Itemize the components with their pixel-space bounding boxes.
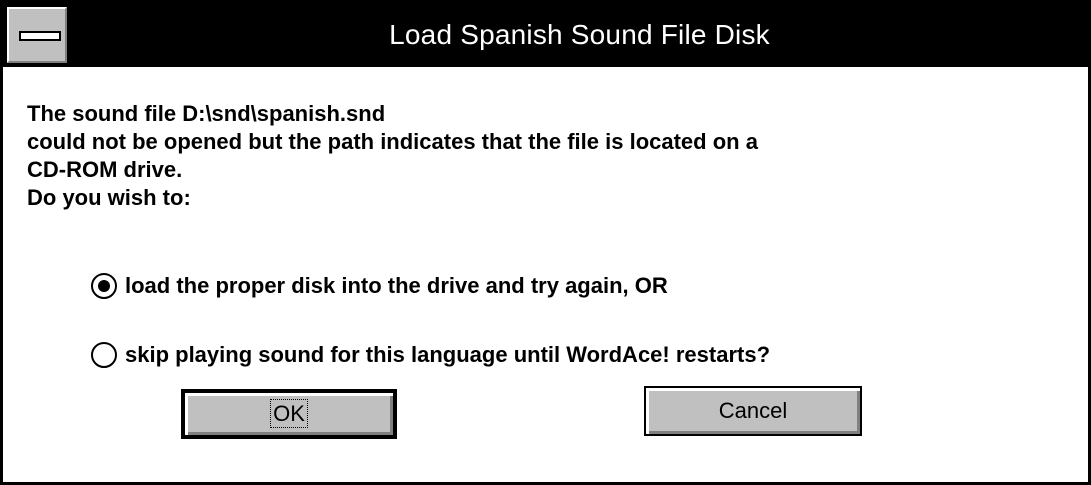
option-label: skip playing sound for this language unt… [125, 342, 771, 367]
cancel-button[interactable]: Cancel [644, 386, 862, 436]
system-menu-dash [19, 31, 61, 41]
dialog-window: Load Spanish Sound File Disk The sound f… [0, 0, 1091, 485]
option-load-disk[interactable]: load the proper disk into the drive and … [91, 271, 668, 301]
message-line: The sound file D:\snd\spanish.snd [27, 101, 386, 126]
message-line: Do you wish to: [27, 185, 191, 210]
ok-button[interactable]: OK [181, 389, 397, 439]
option-label: load the proper disk into the drive and … [125, 273, 668, 298]
system-menu-icon[interactable] [7, 7, 67, 63]
window-title: Load Spanish Sound File Disk [389, 19, 770, 50]
radio-button-unselected[interactable] [91, 342, 117, 368]
message-line: could not be opened but the path indicat… [27, 129, 758, 154]
cancel-button-label: Cancel [718, 398, 788, 423]
message-line: CD-ROM drive. [27, 157, 183, 182]
message-text: The sound file D:\snd\spanish.snd could … [27, 100, 758, 212]
radio-button-selected[interactable] [91, 273, 117, 299]
ok-button-label: OK [270, 399, 308, 428]
title-bar[interactable]: Load Spanish Sound File Disk [3, 3, 1088, 67]
option-skip-sound[interactable]: skip playing sound for this language unt… [91, 340, 770, 370]
